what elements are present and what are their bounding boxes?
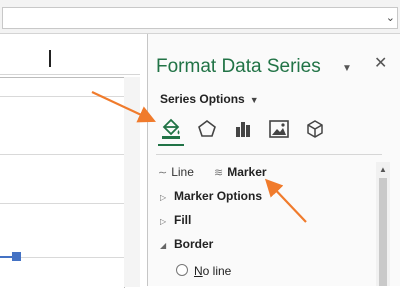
cell-cursor xyxy=(49,50,51,67)
chart-gridline xyxy=(0,96,124,97)
worksheet-area xyxy=(0,34,147,288)
fill-line-icon[interactable] xyxy=(158,116,184,142)
active-category-indicator xyxy=(158,144,184,146)
section-label: Marker Options xyxy=(174,189,263,203)
pane-separator xyxy=(156,154,382,155)
section-label: Border xyxy=(174,237,214,251)
collapse-triangle-down-icon: ◢ xyxy=(160,241,167,250)
section-marker-options[interactable]: ▷ Marker Options xyxy=(160,189,262,203)
close-icon[interactable]: ✕ xyxy=(374,56,387,72)
tab-line-label: Line xyxy=(171,165,194,179)
tab-line[interactable]: ∼ Line xyxy=(158,165,194,179)
chart-gridline xyxy=(0,203,124,204)
formula-input[interactable] xyxy=(2,7,398,29)
picture-icon[interactable] xyxy=(266,116,292,142)
pane-scroll-thumb[interactable] xyxy=(379,178,387,286)
caret-down-icon: ▼ xyxy=(249,95,259,105)
tab-marker[interactable]: ≋ Marker xyxy=(214,165,267,179)
column-header-area xyxy=(0,34,140,75)
3d-format-cube-icon[interactable] xyxy=(302,116,328,142)
chevron-down-icon[interactable]: ⌄ xyxy=(386,11,395,24)
formula-bar: ⌄ xyxy=(0,0,400,34)
series-options-label: Series Options xyxy=(160,92,245,106)
chart-plot-area[interactable] xyxy=(0,77,125,288)
radio-no-line[interactable]: No line xyxy=(176,264,231,278)
tab-marker-label: Marker xyxy=(227,165,267,179)
chart-scroll-strip xyxy=(124,77,140,287)
section-label: Fill xyxy=(174,213,192,227)
section-fill[interactable]: ▷ Fill xyxy=(160,213,191,227)
chart-gridline xyxy=(0,154,124,155)
marker-line-glyph-icon: ≋ xyxy=(214,167,224,179)
pane-options-triangle-icon[interactable]: ▼ xyxy=(342,63,352,74)
radio-label: o line xyxy=(202,264,232,278)
section-border[interactable]: ◢ Border xyxy=(160,237,213,251)
series-options-dropdown[interactable]: Series Options ▼ xyxy=(160,92,259,106)
pane-title: Format Data Series xyxy=(156,56,321,77)
expand-triangle-right-icon: ▷ xyxy=(160,217,167,226)
series-marker[interactable] xyxy=(12,252,21,261)
radio-button[interactable] xyxy=(176,264,188,276)
series-options-bar-chart-icon[interactable] xyxy=(230,116,256,142)
radio-label-underlined: N xyxy=(194,264,203,278)
effects-pentagon-icon[interactable] xyxy=(194,116,220,142)
scroll-up-arrow-icon[interactable]: ▲ xyxy=(379,165,387,174)
expand-triangle-right-icon: ▷ xyxy=(160,193,167,202)
format-data-series-pane: Format Data Series ▼ ✕ Series Options ▼ xyxy=(148,34,400,286)
line-glyph-icon: ∼ xyxy=(158,167,168,179)
